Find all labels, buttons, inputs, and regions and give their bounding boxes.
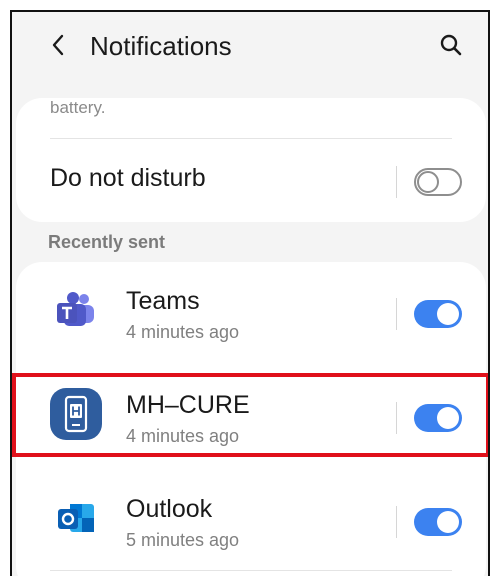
toggle-knob bbox=[437, 511, 459, 533]
settings-card: battery. Do not disturb bbox=[16, 98, 486, 222]
mh-cure-icon bbox=[50, 388, 102, 440]
separator bbox=[396, 506, 397, 538]
app-name: MH–CURE bbox=[126, 391, 250, 419]
toggle-knob bbox=[437, 303, 459, 325]
teams-toggle[interactable] bbox=[414, 300, 462, 328]
app-row-outlook[interactable]: Outlook 5 minutes ago bbox=[16, 470, 486, 574]
app-row-mh-cure[interactable]: MH–CURE 4 minutes ago bbox=[16, 366, 486, 470]
screen: Notifications battery. Do not disturb Re… bbox=[10, 10, 490, 576]
divider bbox=[50, 570, 452, 571]
page-title: Notifications bbox=[90, 31, 232, 61]
app-name: Outlook bbox=[126, 495, 213, 523]
app-row-teams[interactable]: Teams 4 minutes ago bbox=[16, 262, 486, 366]
toggle-knob bbox=[437, 407, 459, 429]
do-not-disturb-label: Do not disturb bbox=[50, 164, 206, 192]
outlook-icon bbox=[50, 492, 102, 544]
chevron-left-icon bbox=[50, 33, 66, 62]
truncated-setting-description: battery. bbox=[50, 98, 106, 117]
app-time: 4 minutes ago bbox=[126, 426, 240, 446]
toggle-knob bbox=[417, 171, 439, 193]
outlook-toggle[interactable] bbox=[414, 508, 462, 536]
section-header-recently-sent: Recently sent bbox=[48, 232, 166, 252]
back-button[interactable] bbox=[44, 30, 72, 64]
app-time: 4 minutes ago bbox=[126, 322, 240, 342]
app-header: Notifications bbox=[12, 12, 488, 82]
do-not-disturb-toggle[interactable] bbox=[414, 168, 462, 196]
separator bbox=[396, 298, 397, 330]
app-name: Teams bbox=[126, 287, 200, 315]
divider bbox=[50, 138, 452, 139]
app-time: 5 minutes ago bbox=[126, 530, 240, 550]
mh-cure-toggle[interactable] bbox=[414, 404, 462, 432]
search-button[interactable] bbox=[434, 30, 468, 64]
recent-apps-card: Teams 4 minutes ago MH–CURE 4 minutes ag… bbox=[16, 262, 486, 576]
search-icon bbox=[439, 33, 463, 62]
separator bbox=[396, 166, 397, 198]
do-not-disturb-row[interactable]: Do not disturb bbox=[16, 142, 486, 222]
teams-icon bbox=[50, 284, 102, 336]
separator bbox=[396, 402, 397, 434]
